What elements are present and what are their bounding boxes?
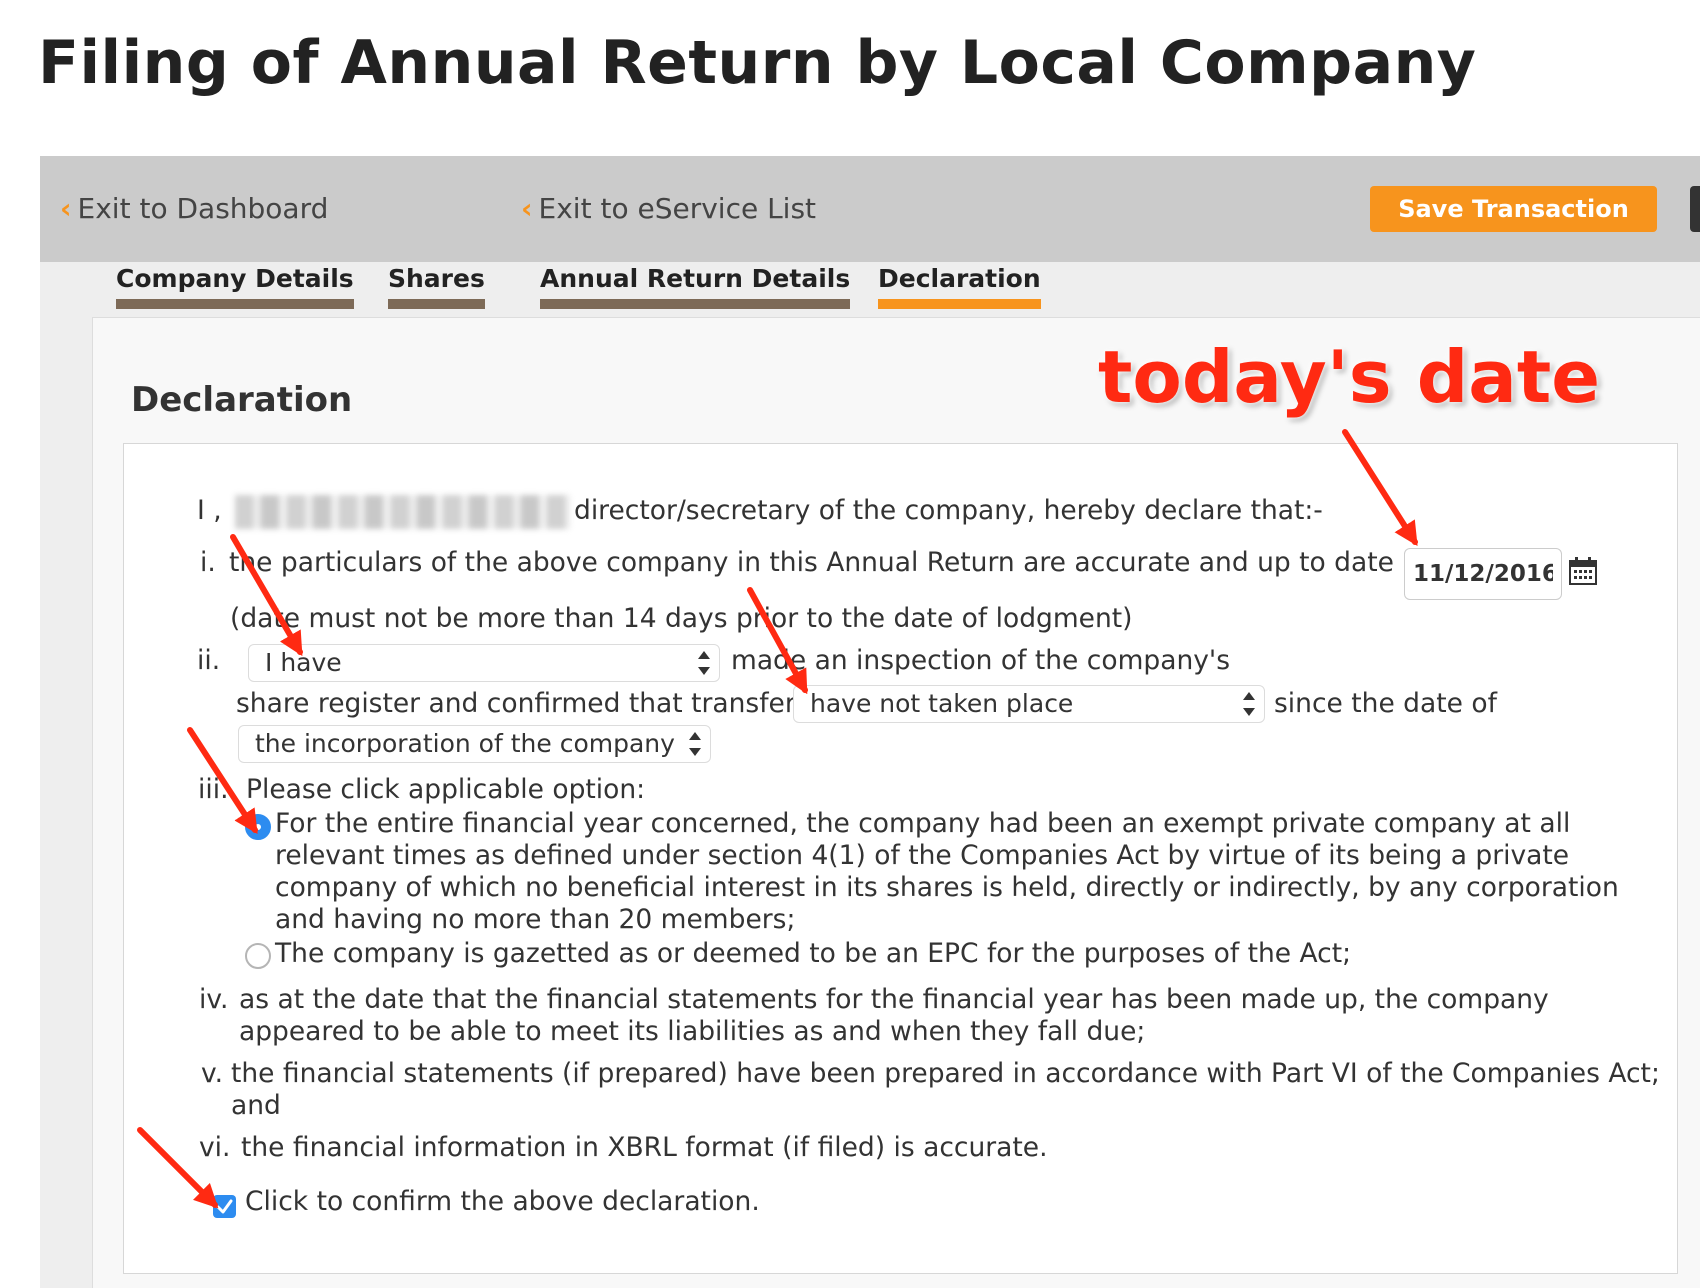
tab-shares[interactable]: Shares <box>388 262 485 309</box>
redacted-name <box>235 495 570 529</box>
item-iv-number: iv. <box>199 984 229 1015</box>
select-arrows-icon <box>688 732 702 756</box>
since-date-select[interactable]: the incorporation of the company <box>238 725 711 763</box>
exit-to-eservice-link[interactable]: ‹ Exit to eService List <box>521 192 816 225</box>
tab-label: Annual Return Details <box>540 264 851 293</box>
chevron-left-icon: ‹ <box>60 192 72 225</box>
tab-label: Declaration <box>878 264 1041 293</box>
select-arrows-icon <box>1242 692 1256 716</box>
option-1-line: and having no more than 20 members; <box>275 904 796 935</box>
item-ii-number: ii. <box>197 645 221 676</box>
intro-prefix: I , <box>197 495 222 526</box>
have-select-value: I have <box>265 648 342 677</box>
option-1-line: company of which no beneficial interest … <box>275 872 1619 903</box>
exit-to-dashboard-link[interactable]: ‹ Exit to Dashboard <box>60 192 328 225</box>
tab-label: Company Details <box>116 264 354 293</box>
item-vi-number: vi. <box>199 1132 231 1163</box>
have-select[interactable]: I have <box>248 644 720 682</box>
exit-to-dashboard-label: Exit to Dashboard <box>77 192 329 225</box>
tab-label: Shares <box>388 264 485 293</box>
checkmark-icon <box>216 1199 233 1214</box>
item-ii-text2: share register and confirmed that transf… <box>236 688 810 719</box>
confirm-declaration-checkbox[interactable] <box>213 1195 236 1218</box>
exit-to-eservice-label: Exit to eService List <box>538 192 817 225</box>
tab-company-details[interactable]: Company Details <box>116 262 354 309</box>
confirm-label: Click to confirm the above declaration. <box>245 1186 760 1217</box>
option-exempt-private-radio[interactable] <box>245 814 271 840</box>
item-i-text: the particulars of the above company in … <box>229 547 1468 578</box>
tab-indicator <box>116 299 354 309</box>
item-i-number: i. <box>200 547 216 578</box>
top-toolbar: ‹ Exit to Dashboard ‹ Exit to eService L… <box>40 156 1700 262</box>
option-1-line: relevant times as defined under section … <box>275 840 1570 871</box>
page-title: Filing of Annual Return by Local Company <box>38 28 1477 98</box>
tab-indicator <box>388 299 485 309</box>
overflow-button[interactable] <box>1690 186 1700 232</box>
intro-suffix: director/secretary of the company, hereb… <box>574 495 1323 526</box>
transfers-select-value: have not taken place <box>810 689 1074 718</box>
item-vi-text: the financial information in XBRL format… <box>241 1132 1048 1163</box>
tab-declaration[interactable]: Declaration <box>878 262 1041 309</box>
tab-annual-return-details[interactable]: Annual Return Details <box>540 262 851 309</box>
item-ii-text3: since the date of <box>1274 688 1497 719</box>
item-iv-line: appeared to be able to meet its liabilit… <box>239 1016 1146 1047</box>
annotation-label: today's date <box>1098 335 1601 419</box>
tab-indicator <box>878 299 1041 309</box>
section-title: Declaration <box>131 380 353 420</box>
item-v-line: and <box>231 1090 281 1121</box>
save-transaction-button[interactable]: Save Transaction <box>1370 186 1657 232</box>
item-i-note: (date must not be more than 14 days prio… <box>230 603 1133 634</box>
option-1-line: For the entire financial year concerned,… <box>275 808 1571 839</box>
declaration-date-input[interactable] <box>1404 548 1562 600</box>
since-date-select-value: the incorporation of the company <box>255 729 675 758</box>
item-ii-text1: made an inspection of the company's <box>731 645 1231 676</box>
option-epc-radio[interactable] <box>245 943 271 969</box>
item-v-line: the financial statements (if prepared) h… <box>231 1058 1660 1089</box>
option-2-text: The company is gazetted as or deemed to … <box>275 938 1352 969</box>
item-iv-line: as at the date that the financial statem… <box>239 984 1549 1015</box>
item-v-number: v. <box>201 1058 224 1089</box>
tab-indicator <box>540 299 851 309</box>
transfers-select[interactable]: have not taken place <box>793 685 1265 723</box>
item-iii-number: iii. <box>198 774 229 805</box>
chevron-left-icon: ‹ <box>521 192 533 225</box>
item-iii-text: Please click applicable option: <box>246 774 646 805</box>
calendar-icon[interactable] <box>1568 556 1598 586</box>
select-arrows-icon <box>697 651 711 675</box>
